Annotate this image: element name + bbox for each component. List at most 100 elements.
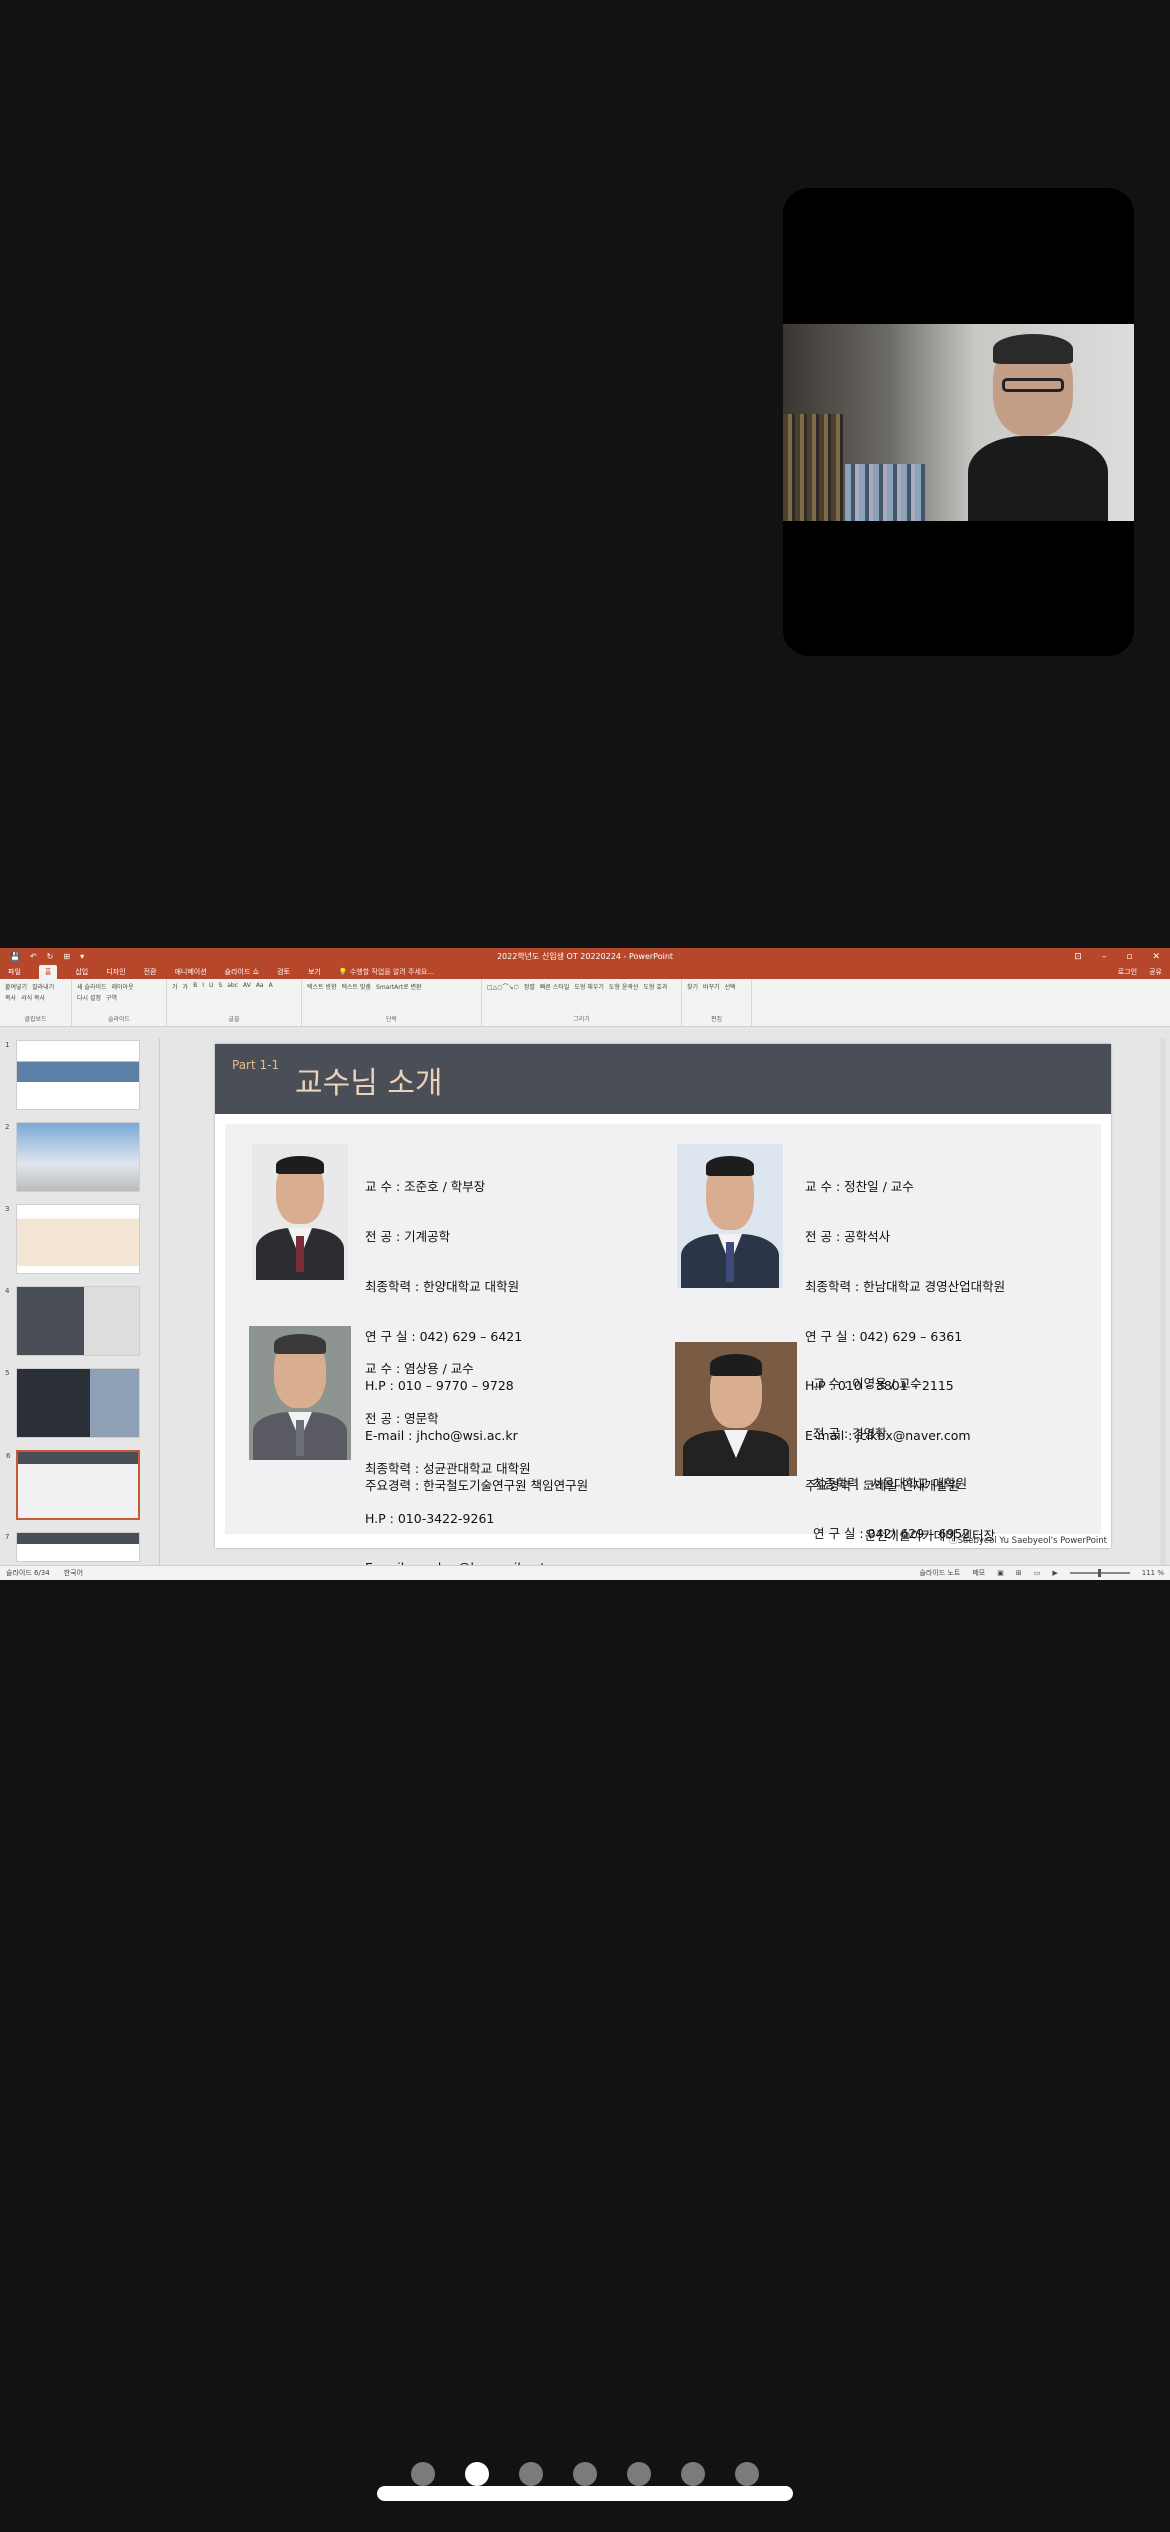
shadow-button[interactable]: S	[218, 982, 222, 991]
zoom-level[interactable]: 111 %	[1142, 1569, 1164, 1577]
page-dot-active[interactable]	[465, 2462, 489, 2486]
participant-video-feed	[783, 324, 1134, 521]
professor-photo	[675, 1342, 797, 1476]
tab-view[interactable]: 보기	[308, 967, 321, 977]
shape-fill-button[interactable]: 도형 채우기	[574, 982, 604, 991]
group-label: 슬라이드	[107, 1016, 131, 1023]
spacing-button[interactable]: AV	[243, 982, 251, 991]
slide-thumbnail[interactable]: 5	[5, 1368, 140, 1438]
ribbon-group-paragraph: 텍스트 방향 텍스트 맞춤 SmartArt로 변환 단락	[302, 979, 482, 1026]
minimize-icon[interactable]: –	[1102, 952, 1107, 962]
group-label: 편집	[710, 1016, 723, 1023]
layout-button[interactable]: 레이아웃	[112, 982, 134, 991]
normal-view-icon[interactable]: ▣	[997, 1569, 1004, 1577]
notes-button[interactable]: 슬라이드 노트	[919, 1568, 960, 1578]
title-bar: 💾 ↶ ↻ ⊞ ▾ 2022학년도 신입생 OT 20220224 - Powe…	[0, 948, 1170, 965]
powerpoint-window: 💾 ↶ ↻ ⊞ ▾ 2022학년도 신입생 OT 20220224 - Powe…	[0, 948, 1170, 1824]
page-dot[interactable]	[573, 2462, 597, 2486]
page-dot[interactable]	[519, 2462, 543, 2486]
shape-outline-button[interactable]: 도형 윤곽선	[609, 982, 639, 991]
ribbon: 붙여넣기 잘라내기 복사 서식 복사 클립보드 새 슬라이드 레이아웃 다시 설…	[0, 979, 1170, 1027]
page-dot[interactable]	[681, 2462, 705, 2486]
current-slide[interactable]: Part 1-1 교수님 소개 교 수 : 조준호 / 학부장 전 공 : 기계…	[215, 1044, 1111, 1824]
copy-button[interactable]: 복사	[5, 993, 16, 1002]
shrink-font-button[interactable]: 가	[183, 982, 189, 991]
ribbon-group-drawing: □△○⌒↘⬡ 정렬 빠른 스타일 도형 채우기 도형 윤곽선 도형 효과 그리기	[482, 979, 682, 1026]
replace-button[interactable]: 바꾸기	[703, 982, 720, 991]
slide-part-label: Part 1-1	[232, 1058, 280, 1072]
quick-styles-button[interactable]: 빠른 스타일	[540, 982, 570, 991]
paste-button[interactable]: 붙여넣기	[5, 982, 27, 991]
italic-button[interactable]: I	[202, 982, 204, 991]
professor-photo	[249, 1326, 351, 1460]
page-dot[interactable]	[411, 2462, 435, 2486]
slide-thumbnail[interactable]: 3	[5, 1204, 140, 1274]
section-button[interactable]: 구역	[106, 993, 117, 1002]
tab-insert[interactable]: 삽입	[75, 967, 88, 977]
group-label: 글꼴	[228, 1016, 240, 1023]
slide-sorter-icon[interactable]: ⊞	[1016, 1569, 1022, 1577]
tab-home[interactable]: 홈	[38, 965, 58, 979]
text-direction-button[interactable]: 텍스트 방향	[307, 982, 337, 991]
restore-icon[interactable]: ▫	[1126, 952, 1132, 962]
reset-button[interactable]: 다시 설정	[77, 993, 101, 1002]
find-button[interactable]: 찾기	[687, 982, 698, 991]
tab-design[interactable]: 디자인	[106, 967, 125, 977]
home-indicator-bar[interactable]	[377, 2486, 793, 2501]
tell-me-search[interactable]: 💡 수행할 작업을 알려 주세요...	[339, 967, 434, 977]
arrange-button[interactable]: 정렬	[524, 982, 535, 991]
format-painter-button[interactable]: 서식 복사	[21, 993, 45, 1002]
shapes-gallery-icon[interactable]: □△○⌒↘⬡	[487, 982, 519, 991]
close-icon[interactable]: ✕	[1152, 952, 1160, 962]
font-color-button[interactable]: A	[269, 982, 273, 991]
grow-font-button[interactable]: 가	[172, 982, 178, 991]
slide-thumbnail-selected[interactable]: 6	[6, 1450, 140, 1520]
new-slide-button[interactable]: 새 슬라이드	[77, 982, 107, 991]
comments-button[interactable]: 메모	[972, 1568, 985, 1578]
ribbon-tabs: 파일 홈 삽입 디자인 전환 애니메이션 슬라이드 쇼 검토 보기 💡 수행할 …	[0, 965, 1170, 979]
cut-button[interactable]: 잘라내기	[32, 982, 54, 991]
ribbon-group-font: 가 가 B I U S abc AV Aa A 글꼴	[167, 979, 302, 1026]
bold-button[interactable]: B	[193, 982, 197, 991]
status-bar: 슬라이드 6/34 한국어 슬라이드 노트 메모 ▣ ⊞ ▭ ▶ 111 %	[0, 1565, 1170, 1580]
language-indicator[interactable]: 한국어	[64, 1568, 83, 1578]
professor-photo	[677, 1144, 783, 1288]
underline-button[interactable]: U	[209, 982, 213, 991]
tab-review[interactable]: 검토	[277, 967, 290, 977]
share-button[interactable]: 공유	[1149, 967, 1162, 977]
slide-thumbnail-pane[interactable]: 1 2 3 4 5 6 7	[0, 1038, 160, 1565]
page-indicator	[0, 2462, 1170, 2486]
ribbon-group-slides: 새 슬라이드 레이아웃 다시 설정 구역 슬라이드	[72, 979, 167, 1026]
slide-thumbnail[interactable]: 2	[5, 1122, 140, 1192]
professor-photo	[252, 1144, 348, 1280]
slide-thumbnail[interactable]: 7	[5, 1532, 140, 1562]
books	[845, 464, 925, 521]
zoom-slider[interactable]	[1069, 1569, 1130, 1577]
select-button[interactable]: 선택	[725, 982, 736, 991]
tab-transitions[interactable]: 전환	[144, 967, 157, 977]
tab-slideshow[interactable]: 슬라이드 쇼	[225, 967, 259, 977]
slide-thumbnail[interactable]: 1	[5, 1040, 140, 1110]
smartart-button[interactable]: SmartArt로 변환	[376, 982, 422, 991]
slide-title: 교수님 소개	[295, 1066, 443, 1101]
strikethrough-button[interactable]: abc	[227, 982, 238, 991]
group-label: 단락	[385, 1016, 398, 1023]
shape-effects-button[interactable]: 도형 효과	[643, 982, 667, 991]
group-label: 클립보드	[24, 1016, 47, 1023]
align-text-button[interactable]: 텍스트 맞춤	[342, 982, 372, 991]
page-dot[interactable]	[735, 2462, 759, 2486]
vertical-scrollbar[interactable]	[1160, 1038, 1166, 1565]
page-dot[interactable]	[627, 2462, 651, 2486]
professor-info: 교 수 : 염상용 / 교수 전 공 : 영문학 최종학력 : 성균관대학교 대…	[365, 1361, 588, 1825]
ribbon-display-icon[interactable]: ⊡	[1074, 952, 1082, 962]
tab-file[interactable]: 파일	[8, 967, 21, 977]
slide-body: 교 수 : 조준호 / 학부장 전 공 : 기계공학 최종학력 : 한양대학교 …	[225, 1124, 1101, 1824]
signin-link[interactable]: 로그인	[1118, 967, 1137, 977]
tab-animations[interactable]: 애니메이션	[174, 967, 206, 977]
reading-view-icon[interactable]: ▭	[1034, 1569, 1041, 1577]
slideshow-view-icon[interactable]: ▶	[1052, 1569, 1057, 1577]
participant-video-tile[interactable]	[783, 188, 1134, 656]
ribbon-group-clipboard: 붙여넣기 잘라내기 복사 서식 복사 클립보드	[0, 979, 72, 1026]
slide-thumbnail[interactable]: 4	[5, 1286, 140, 1356]
change-case-button[interactable]: Aa	[256, 982, 264, 991]
